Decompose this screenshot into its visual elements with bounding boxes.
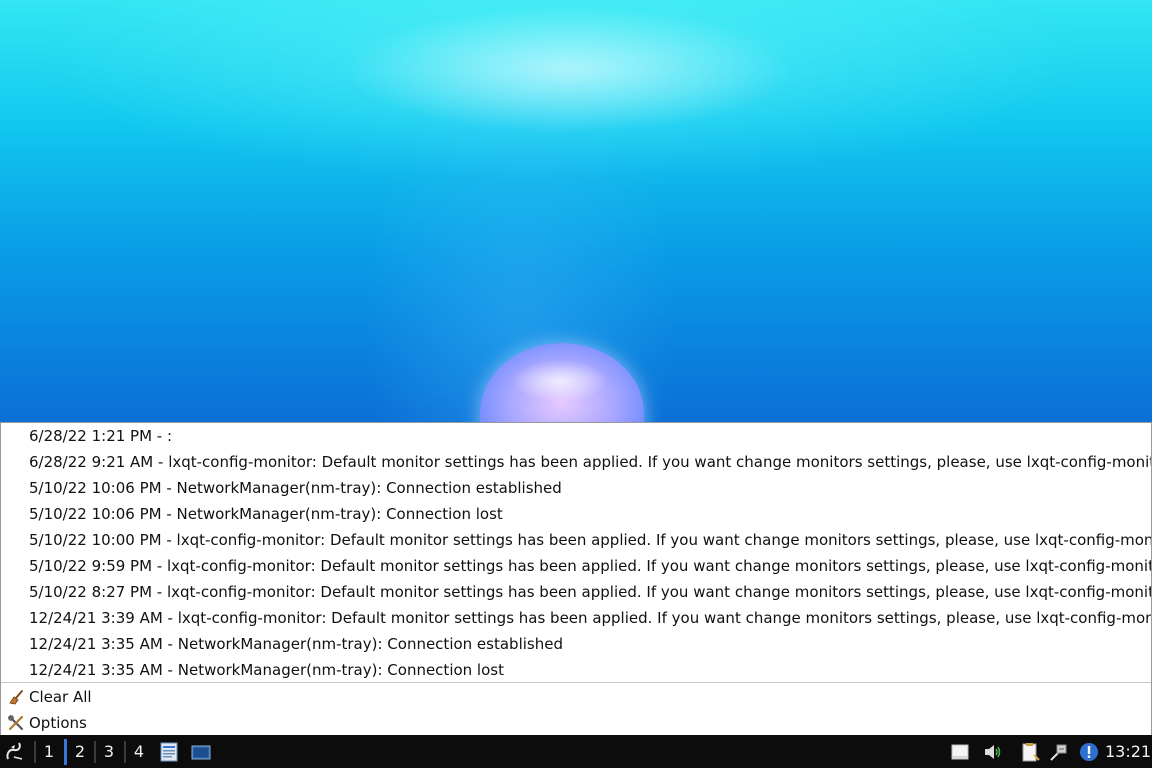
notification-icon[interactable] <box>1078 741 1100 763</box>
notification-divider <box>1 682 1151 683</box>
notification-item[interactable]: 5/10/22 10:06 PM - NetworkManager(nm-tra… <box>29 475 562 501</box>
notification-center-panel: 6/28/22 1:21 PM - : 6/28/22 9:21 AM - lx… <box>0 422 1152 737</box>
taskbar-clock[interactable]: 13:21 <box>1105 735 1151 768</box>
options-button[interactable]: Options <box>7 710 87 736</box>
desktop-switch-4[interactable]: 4 <box>126 739 152 765</box>
volume-icon[interactable] <box>982 741 1004 763</box>
notification-item[interactable]: 12/24/21 3:35 AM - NetworkManager(nm-tra… <box>29 657 504 683</box>
desktop-switch-1[interactable]: 1 <box>36 739 62 765</box>
notification-item[interactable]: 6/28/22 9:21 AM - lxqt-config-monitor: D… <box>29 449 1151 475</box>
clear-all-button[interactable]: Clear All <box>7 684 92 710</box>
show-desktop-icon[interactable] <box>190 741 212 763</box>
notification-list: 6/28/22 1:21 PM - : 6/28/22 9:21 AM - lx… <box>1 423 1151 683</box>
options-label: Options <box>29 714 87 732</box>
file-manager-icon[interactable] <box>158 741 180 763</box>
notification-item[interactable]: 5/10/22 10:00 PM - lxqt-config-monitor: … <box>29 527 1151 553</box>
network-icon[interactable] <box>1048 741 1070 763</box>
notification-item[interactable]: 5/10/22 10:06 PM - NetworkManager(nm-tra… <box>29 501 503 527</box>
tools-icon <box>8 715 24 731</box>
notification-item[interactable]: 6/28/22 1:21 PM - : <box>29 423 172 449</box>
notification-item[interactable]: 5/10/22 9:59 PM - lxqt-config-monitor: D… <box>29 553 1151 579</box>
taskbar: 1 2 3 4 13:21 <box>0 735 1152 768</box>
notification-item[interactable]: 12/24/21 3:39 AM - lxqt-config-monitor: … <box>29 605 1151 631</box>
desktop-switch-3[interactable]: 3 <box>96 739 122 765</box>
notification-item[interactable]: 12/24/21 3:35 AM - NetworkManager(nm-tra… <box>29 631 563 657</box>
broom-icon <box>9 690 23 705</box>
clipboard-icon[interactable] <box>1019 741 1041 763</box>
start-menu-icon[interactable] <box>2 739 28 765</box>
desktop-switch-2[interactable]: 2 <box>64 739 93 765</box>
notification-item[interactable]: 5/10/22 8:27 PM - lxqt-config-monitor: D… <box>29 579 1151 605</box>
removable-drive-icon[interactable] <box>949 741 971 763</box>
clear-all-label: Clear All <box>29 688 92 706</box>
